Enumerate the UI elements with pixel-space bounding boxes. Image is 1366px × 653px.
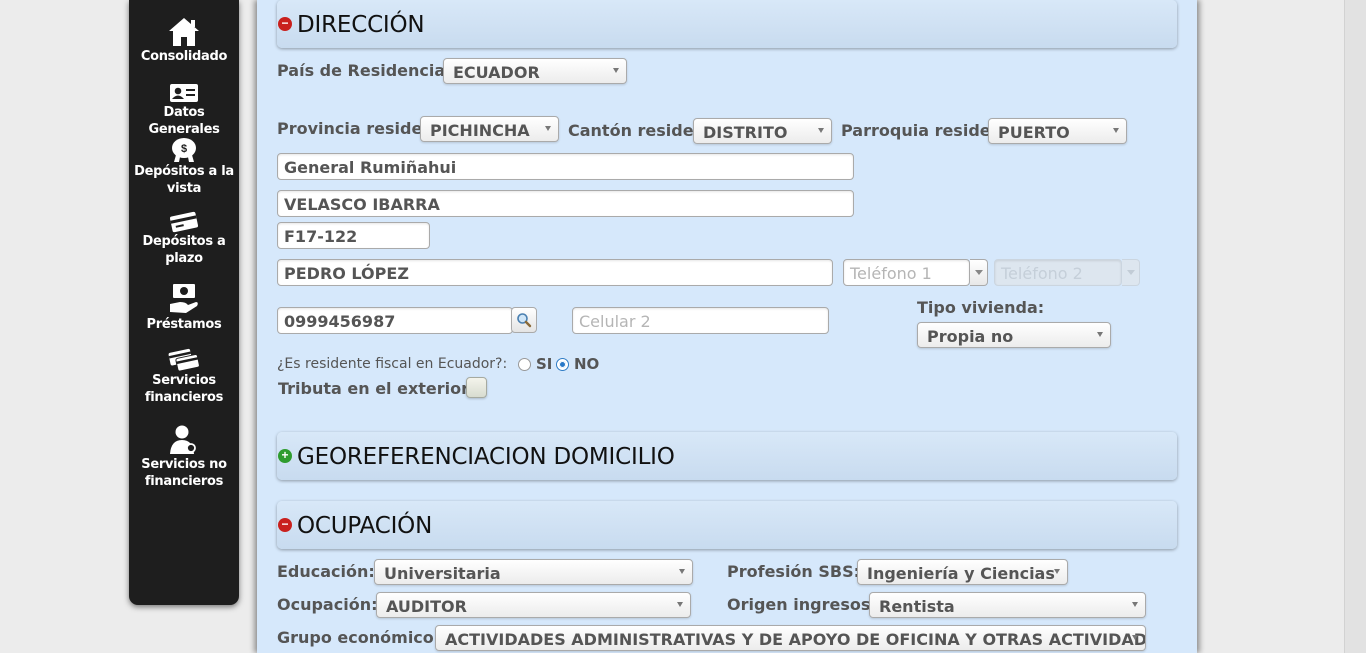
residente-fiscal-label: ¿Es residente fiscal en Ecuador?: [277,356,508,372]
section-title: OCUPACIÓN [297,513,433,539]
telefono1-dropdown-button[interactable] [970,259,988,286]
sidebar-item-servicios-financieros[interactable]: Servicios financieros [129,348,239,406]
educacion-label: Educación: [277,562,375,581]
search-icon [517,313,532,328]
sidebar-item-servicios-no-financieros[interactable]: Servicios no financieros [129,424,239,490]
sidebar-item-consolidado[interactable]: Consolidado [129,16,239,65]
provincia-label: Provincia reside: [277,119,429,138]
collapse-icon[interactable]: − [278,518,292,532]
sidebar-item-label: Servicios financieros [144,373,224,405]
grupo-economico-label: Grupo económico: [277,628,441,647]
collapse-icon[interactable]: − [278,17,292,31]
parroquia-label: Parroquia reside: [841,121,998,140]
residente-si-radio[interactable] [518,358,531,371]
chevron-down-icon [975,270,983,275]
sidebar-item-label: Depósitos a plazo [142,234,226,266]
profesion-label: Profesión SBS: [727,562,861,581]
provincia-select[interactable]: PICHINCHA [420,116,559,142]
sidebar-item-depositos-vista[interactable]: $ Depósitos a la vista [129,135,239,197]
pais-label: País de Residencia: [277,61,452,80]
tipo-vivienda-select[interactable]: Propia no [917,322,1111,348]
celular2-input[interactable]: Celular 2 [572,307,829,334]
page-scrollbar-area [1344,0,1366,653]
chevron-down-icon [1097,332,1103,337]
celular-search-button[interactable] [511,307,537,333]
canton-label: Cantón reside: [568,121,700,140]
telefono1-input[interactable]: Teléfono 1 [843,259,970,286]
chevron-down-icon [613,68,619,73]
section-header-direccion[interactable]: − DIRECCIÓN [277,0,1177,48]
chevron-down-icon [1054,569,1060,574]
calle-secundaria-input[interactable]: VELASCO IBARRA [277,190,854,217]
educacion-select[interactable]: Universitaria [374,559,693,585]
sidebar-item-label: Servicios no financieros [141,457,227,489]
tributa-checkbox[interactable] [466,377,487,398]
sidebar-item-label: Consolidado [140,49,228,64]
chevron-down-icon [677,602,683,607]
tipo-vivienda-label: Tipo vivienda: [917,298,1045,317]
sidebar-item-datos-generales[interactable]: Datos Generales [129,82,239,138]
profesion-select[interactable]: Ingeniería y Ciencias [857,559,1068,585]
money-hand-icon [170,284,198,313]
id-card-icon [170,84,198,102]
ocupacion-select[interactable]: AUDITOR [376,592,691,618]
svg-text:$: $ [181,143,187,155]
referencia-input[interactable]: PEDRO LÓPEZ [277,259,833,286]
telefono2-input: Teléfono 2 [994,259,1122,286]
numero-casa-input[interactable]: F17-122 [277,222,430,249]
celular1-input[interactable]: 0999456987 [277,307,513,334]
sidebar-item-label: Depósitos a la vista [134,164,234,196]
canton-select[interactable]: DISTRITO [693,118,832,144]
chevron-down-icon [818,128,824,133]
section-title: GEOREFERENCIACION DOMICILIO [297,444,675,470]
section-header-ocupacion[interactable]: − OCUPACIÓN [277,501,1177,549]
chevron-down-icon [1113,128,1119,133]
origen-ingresos-select[interactable]: Rentista [869,592,1146,618]
section-header-georeferenciacion[interactable]: + GEOREFERENCIACION DOMICILIO [277,432,1177,480]
ocupacion-label: Ocupación: [277,595,378,614]
pais-select[interactable]: ECUADOR [443,58,627,84]
tributa-label: Tributa en el exterior?: [278,379,485,398]
section-title: DIRECCIÓN [297,12,425,38]
chevron-down-icon [679,569,685,574]
sidebar-nav: Consolidado Datos Generales $ Depósitos … [129,0,239,605]
origen-ingresos-label: Origen ingresos: [727,595,877,614]
chevron-down-icon [1132,635,1138,640]
chevron-down-icon [1127,270,1135,275]
chevron-down-icon [1132,602,1138,607]
calle-principal-input[interactable]: General Rumiñahui [277,153,854,180]
sidebar-item-label: Préstamos [146,317,222,332]
sidebar-item-label: Datos Generales [148,105,220,137]
chevron-down-icon [545,126,551,131]
sidebar-item-depositos-plazo[interactable]: Depósitos a plazo [129,211,239,267]
grupo-economico-select[interactable]: ACTIVIDADES ADMINISTRATIVAS Y DE APOYO D… [435,625,1146,651]
telefono2-dropdown-button [1122,259,1140,286]
cards-icon [168,348,200,372]
expand-icon[interactable]: + [278,449,292,463]
sidebar-item-prestamos[interactable]: Préstamos [129,282,239,333]
main-panel: − DIRECCIÓN País de Residencia: ECUADOR … [257,0,1197,653]
piggy-bank-icon: $ [172,138,196,162]
card-icon [169,211,199,233]
residente-si-label: SI [536,355,553,373]
residente-no-label: NO [574,355,600,373]
user-service-icon [170,425,196,454]
home-icon [169,18,199,46]
residente-no-radio[interactable] [556,358,569,371]
parroquia-select[interactable]: PUERTO [988,118,1127,144]
